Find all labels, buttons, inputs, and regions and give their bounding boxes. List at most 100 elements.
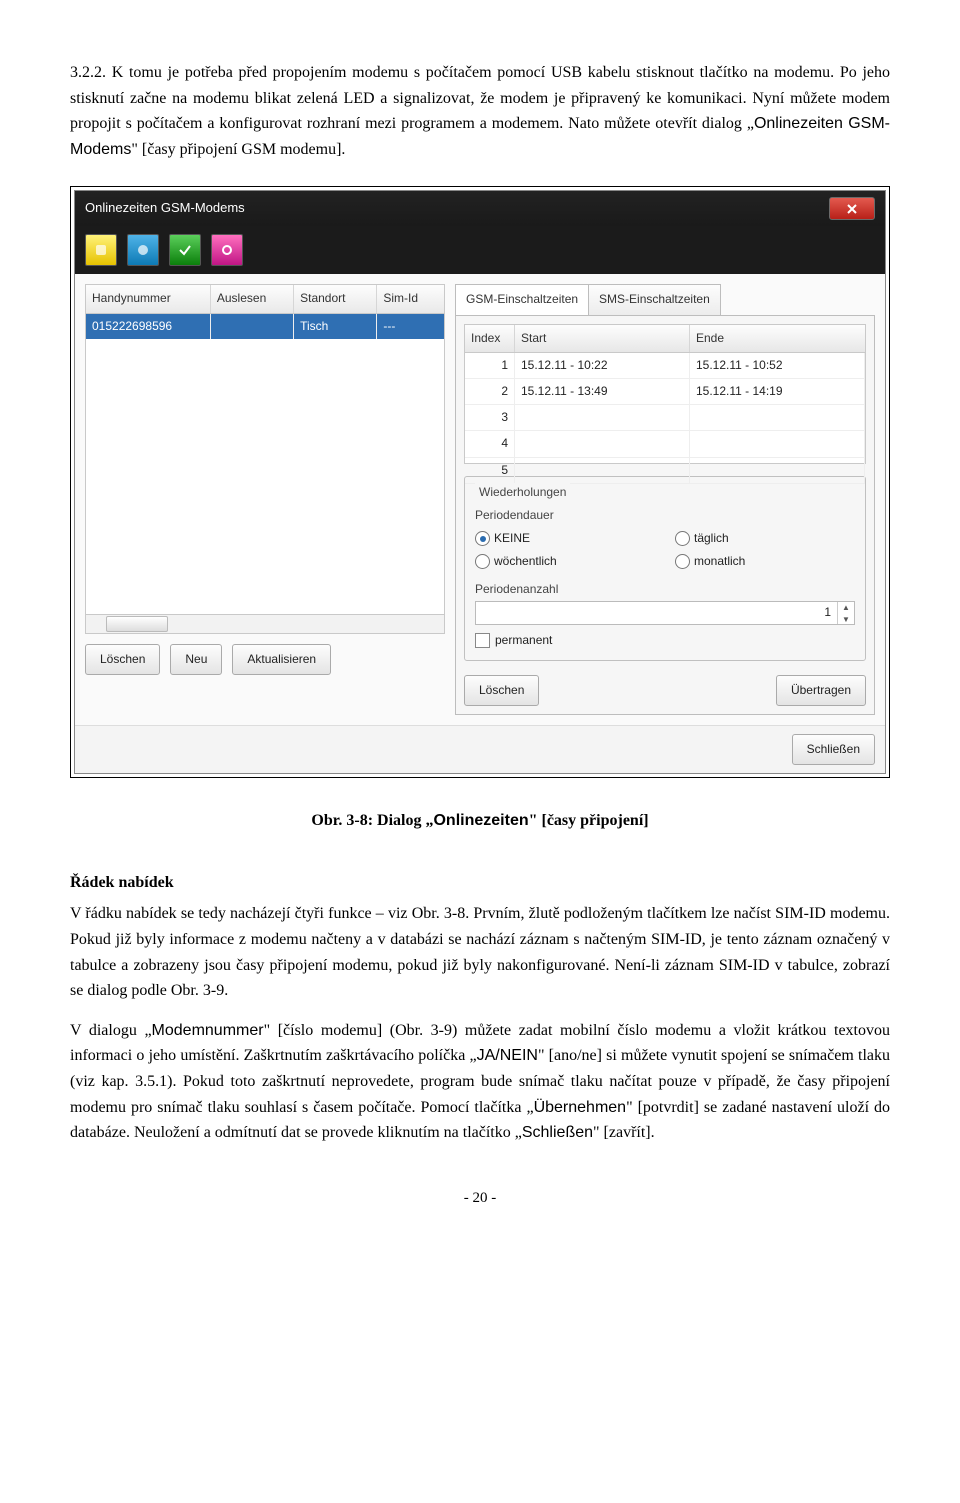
- table-row[interactable]: 2 15.12.11 - 13:49 15.12.11 - 14:19: [465, 379, 865, 405]
- neu-button[interactable]: Neu: [170, 644, 222, 675]
- left-pane: Handynummer Auslesen Standort Sim-Id 015…: [85, 284, 445, 715]
- table-row[interactable]: 4: [465, 431, 865, 457]
- tab-sms[interactable]: SMS-Einschaltzeiten: [588, 284, 721, 314]
- right-pane: GSM-Einschaltzeiten SMS-Einschaltzeiten …: [455, 284, 875, 715]
- cell-ende: [690, 431, 865, 457]
- periodenanzahl-stepper[interactable]: 1 ▲▼: [475, 601, 855, 625]
- dialog-body: Handynummer Auslesen Standort Sim-Id 015…: [75, 274, 885, 725]
- toolbar-btn-2[interactable]: [127, 234, 159, 266]
- stepper-arrows[interactable]: ▲▼: [837, 602, 854, 624]
- times-body[interactable]: 1 15.12.11 - 10:22 15.12.11 - 10:52 2 15…: [464, 353, 866, 464]
- figure-container: Onlinezeiten GSM-Modems Handynummer Ausl…: [70, 186, 890, 778]
- aktualisieren-button[interactable]: Aktualisieren: [232, 644, 331, 675]
- loeschen-right-button[interactable]: Löschen: [464, 675, 539, 706]
- cell-start: [515, 431, 690, 457]
- group-wiederholungen: Wiederholungen Periodendauer KEINE tägli…: [464, 476, 866, 661]
- radio-monatlich[interactable]: monatlich: [675, 552, 855, 571]
- scroll-thumb[interactable]: [106, 616, 168, 632]
- cell-index: 5: [465, 458, 515, 484]
- dialog-title: Onlinezeiten GSM-Modems: [85, 198, 245, 219]
- radio-woechentlich[interactable]: wöchentlich: [475, 552, 655, 571]
- radio-label: täglich: [694, 529, 729, 548]
- loeschen-left-button[interactable]: Löschen: [85, 644, 160, 675]
- radio-icon: [475, 531, 490, 546]
- cell-index: 4: [465, 431, 515, 457]
- close-icon[interactable]: [829, 197, 875, 220]
- p3d-code: Schließen: [522, 1124, 593, 1141]
- p3a-code: Modemnummer: [152, 1022, 264, 1039]
- checkbox-icon: [475, 633, 490, 648]
- label-periodenanzahl: Periodenanzahl: [475, 580, 855, 599]
- tab-body: Index Start Ende 1 15.12.11 - 10:22 15.1…: [455, 315, 875, 716]
- cell-simid: ---: [377, 314, 444, 339]
- cell-ende: [690, 458, 865, 484]
- uebertragen-button[interactable]: Übertragen: [776, 675, 866, 706]
- figure-caption: Obr. 3-8: Dialog „Onlinezeiten" [časy př…: [70, 808, 890, 834]
- cap-a: Obr. 3-8: Dialog „: [311, 812, 433, 829]
- dialog-onlinezeiten: Onlinezeiten GSM-Modems Handynummer Ausl…: [74, 190, 886, 774]
- table-row[interactable]: 015222698596 Tisch ---: [86, 314, 444, 339]
- table-row[interactable]: 3: [465, 405, 865, 431]
- paragraph-1: 3.2.2. K tomu je potřeba před propojením…: [70, 60, 890, 162]
- p3b-code: JA/NEIN: [477, 1047, 538, 1064]
- tabs: GSM-Einschaltzeiten SMS-Einschaltzeiten: [455, 284, 875, 314]
- chevron-down-icon[interactable]: ▼: [838, 614, 854, 627]
- cell-index: 2: [465, 379, 515, 405]
- radio-icon: [475, 554, 490, 569]
- radio-label: wöchentlich: [494, 552, 557, 571]
- radio-icon: [675, 531, 690, 546]
- col-index[interactable]: Index: [465, 325, 515, 352]
- cell-index: 3: [465, 405, 515, 431]
- col-standort[interactable]: Standort: [294, 285, 377, 312]
- group-title: Wiederholungen: [475, 483, 570, 502]
- cell-ende: 15.12.11 - 10:52: [690, 353, 865, 379]
- col-start[interactable]: Start: [515, 325, 690, 352]
- dialog-footer: Schließen: [75, 725, 885, 773]
- toolbar-btn-3[interactable]: [169, 234, 201, 266]
- cell-auslesen: [211, 314, 294, 339]
- radio-grid: KEINE täglich wöchentlich monatlich: [475, 529, 855, 571]
- p3a: V dialogu „: [70, 1022, 152, 1039]
- toolbar-btn-4[interactable]: [211, 234, 243, 266]
- left-grid-body[interactable]: 015222698596 Tisch ---: [85, 314, 445, 615]
- toolbar-btn-simid[interactable]: [85, 234, 117, 266]
- cell-start: 15.12.11 - 13:49: [515, 379, 690, 405]
- paragraph-3: V dialogu „Modemnummer" [číslo modemu] (…: [70, 1018, 890, 1146]
- paragraph-2: V řádku nabídek se tedy nacházejí čtyři …: [70, 901, 890, 1003]
- stepper-value: 1: [476, 602, 837, 624]
- cell-start: [515, 458, 690, 484]
- cell-handynummer: 015222698596: [86, 314, 211, 339]
- cap-b: " [časy připojení]: [529, 812, 649, 829]
- page-number: - 20 -: [70, 1186, 890, 1210]
- dialog-titlebar: Onlinezeiten GSM-Modems: [75, 191, 885, 226]
- cell-start: 15.12.11 - 10:22: [515, 353, 690, 379]
- checkbox-permanent[interactable]: permanent: [475, 631, 855, 650]
- right-button-row: Löschen Übertragen: [464, 675, 866, 706]
- cap-code: Onlinezeiten: [433, 812, 528, 829]
- table-row[interactable]: 1 15.12.11 - 10:22 15.12.11 - 10:52: [465, 353, 865, 379]
- cell-index: 1: [465, 353, 515, 379]
- cell-standort: Tisch: [294, 314, 377, 339]
- radio-label: KEINE: [494, 529, 530, 548]
- radio-icon: [675, 554, 690, 569]
- col-handynummer[interactable]: Handynummer: [86, 285, 211, 312]
- col-simid[interactable]: Sim-Id: [377, 285, 444, 312]
- left-grid-header: Handynummer Auslesen Standort Sim-Id: [85, 284, 445, 313]
- cell-start: [515, 405, 690, 431]
- radio-keine[interactable]: KEINE: [475, 529, 655, 548]
- cell-ende: 15.12.11 - 14:19: [690, 379, 865, 405]
- times-header: Index Start Ende: [464, 324, 866, 353]
- checkbox-label: permanent: [495, 631, 552, 650]
- col-ende[interactable]: Ende: [690, 325, 865, 352]
- radio-taeglich[interactable]: täglich: [675, 529, 855, 548]
- tab-gsm[interactable]: GSM-Einschaltzeiten: [455, 284, 589, 314]
- schliessen-button[interactable]: Schließen: [792, 734, 875, 765]
- col-auslesen[interactable]: Auslesen: [211, 285, 294, 312]
- p3d-tail: " [zavřít].: [593, 1124, 655, 1141]
- toolbar: [75, 226, 885, 274]
- horizontal-scrollbar[interactable]: [85, 615, 445, 634]
- section-heading: Řádek nabídek: [70, 870, 890, 896]
- chevron-up-icon[interactable]: ▲: [838, 602, 854, 615]
- label-periodendauer: Periodendauer: [475, 506, 855, 525]
- table-row[interactable]: 5: [465, 458, 865, 484]
